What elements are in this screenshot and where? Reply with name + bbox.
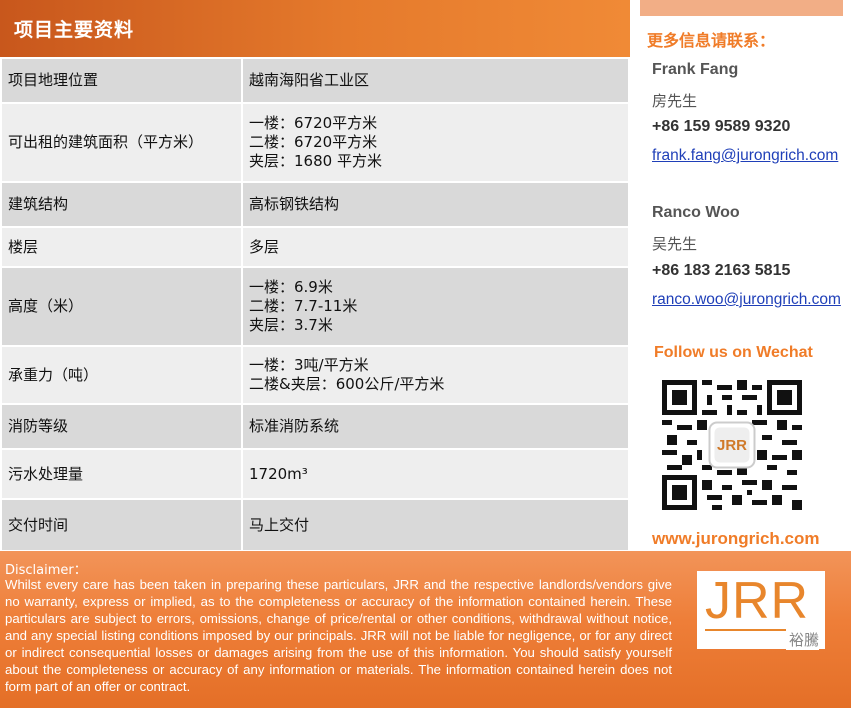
disclaimer-text: Whilst every care has been taken in prep…	[5, 577, 672, 694]
row-label: 承重力（吨）	[0, 345, 243, 405]
disclaimer-footer: Disclaimer： Whilst every care has been t…	[0, 551, 851, 708]
contact-email-link[interactable]: ranco.woo@jurongrich.com	[652, 291, 841, 309]
table-row: 可出租的建筑面积（平方米） 一楼：6720平方米 二楼：6720平方米 夹层：1…	[0, 102, 630, 183]
contact-phone: +86 159 9589 9320	[652, 118, 791, 135]
row-label: 可出租的建筑面积（平方米）	[0, 102, 243, 183]
contact-name: Ranco Woo	[652, 204, 740, 221]
table-row: 高度（米） 一楼：6.9米 二楼：7.7-11米 夹层：3.7米	[0, 266, 630, 347]
row-value: 多层	[241, 226, 630, 268]
row-label: 交付时间	[0, 498, 243, 552]
contact-heading: 更多信息请联系：	[647, 31, 776, 50]
contact-email-link[interactable]: frank.fang@jurongrich.com	[652, 147, 838, 165]
project-info-table: 项目地理位置 越南海阳省工业区 可出租的建筑面积（平方米） 一楼：6720平方米…	[0, 57, 630, 552]
row-value: 标准消防系统	[241, 403, 630, 450]
row-label: 建筑结构	[0, 181, 243, 228]
table-row: 污水处理量 1720m³	[0, 448, 630, 500]
page-title: 项目主要资料	[14, 19, 135, 41]
website-link[interactable]: www.jurongrich.com	[652, 529, 820, 549]
logo-cn-text: 裕騰	[785, 629, 819, 650]
row-label: 污水处理量	[0, 448, 243, 500]
row-value: 马上交付	[241, 498, 630, 552]
table-row: 建筑结构 高标钢铁结构	[0, 181, 630, 228]
wechat-qr-code: JRR	[662, 380, 802, 510]
sidebar-accent-bar	[640, 0, 843, 16]
row-value: 一楼：6720平方米 二楼：6720平方米 夹层：1680 平方米	[241, 102, 630, 183]
contact-cn-name: 吴先生	[652, 235, 698, 253]
row-label: 消防等级	[0, 403, 243, 450]
table-row: 承重力（吨） 一楼：3吨/平方米 二楼&夹层：600公斤/平方米	[0, 345, 630, 405]
row-label: 楼层	[0, 226, 243, 268]
table-row: 项目地理位置 越南海阳省工业区	[0, 57, 630, 104]
table-row: 消防等级 标准消防系统	[0, 403, 630, 450]
table-row: 楼层 多层	[0, 226, 630, 268]
contact-name: Frank Fang	[652, 61, 739, 78]
qr-logo-text: JRR	[717, 437, 747, 454]
row-value: 越南海阳省工业区	[241, 57, 630, 104]
contact-cn-name: 房先生	[652, 92, 698, 110]
contact-phone: +86 183 2163 5815	[652, 262, 791, 279]
row-value: 一楼：6.9米 二楼：7.7-11米 夹层：3.7米	[241, 266, 630, 347]
row-label: 项目地理位置	[0, 57, 243, 104]
row-value: 1720m³	[241, 448, 630, 500]
wechat-follow-label: Follow us on Wechat	[654, 344, 813, 361]
table-row: 交付时间 马上交付	[0, 498, 630, 552]
logo-text: JRR	[705, 572, 810, 630]
header-banner: 项目主要资料	[0, 0, 630, 57]
row-value: 一楼：3吨/平方米 二楼&夹层：600公斤/平方米	[241, 345, 630, 405]
row-value: 高标钢铁结构	[241, 181, 630, 228]
jrr-logo: JRR 裕騰	[697, 571, 825, 650]
row-label: 高度（米）	[0, 266, 243, 347]
